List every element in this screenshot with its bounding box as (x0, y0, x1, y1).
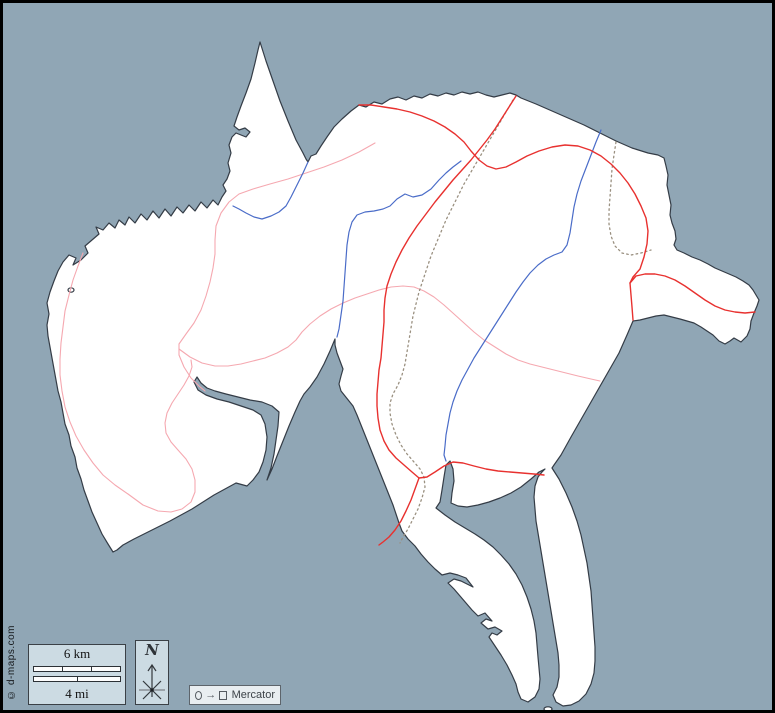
scale-mi-label: 4 mi (65, 687, 88, 701)
scale-segment (92, 666, 121, 672)
scale-km-label: 6 km (64, 647, 90, 661)
scale-segment (33, 666, 63, 672)
projection-arrow-glyph: → (205, 690, 216, 700)
scale-segment (78, 676, 122, 682)
scale-bar-panel: 6 km 4 mi (28, 644, 126, 705)
north-label: N (145, 642, 159, 659)
globe-circle-icon (195, 691, 202, 700)
map-viewport: © d-maps.com 6 km 4 mi N → Mercator (0, 0, 775, 713)
flat-map-square-icon (219, 691, 226, 700)
scale-km-bar (33, 666, 121, 672)
base-map (3, 3, 775, 713)
projection-name: Mercator (232, 689, 275, 701)
scale-segment (33, 676, 78, 682)
copyright-text: © d-maps.com (6, 625, 17, 700)
compass-panel: N (135, 640, 169, 705)
scale-segment (63, 666, 92, 672)
north-arrow-icon (136, 659, 168, 703)
small-island-south (544, 707, 552, 711)
scale-mi-bar (33, 676, 121, 682)
projection-legend: → Mercator (189, 685, 281, 705)
